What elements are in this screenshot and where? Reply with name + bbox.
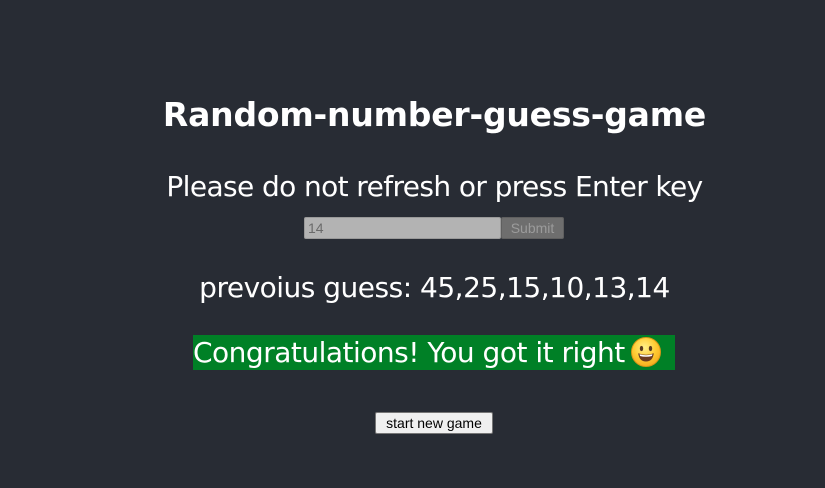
game-app: Random-number-guess-game Please do not r…	[0, 0, 825, 488]
start-new-game-button[interactable]: start new game	[375, 412, 493, 434]
previous-guesses: prevoius guess: 45,25,15,10,13,14	[199, 271, 670, 304]
page-title: Random-number-guess-game	[162, 95, 707, 134]
guess-input[interactable]	[304, 217, 501, 239]
instruction-text: Please do not refresh or press Enter key	[166, 170, 703, 203]
guess-form: Submit	[304, 217, 564, 239]
result-message: Congratulations! You got it right	[193, 336, 625, 369]
smile-icon	[630, 336, 662, 368]
submit-button[interactable]: Submit	[501, 217, 564, 239]
result-banner: Congratulations! You got it right	[193, 335, 675, 370]
